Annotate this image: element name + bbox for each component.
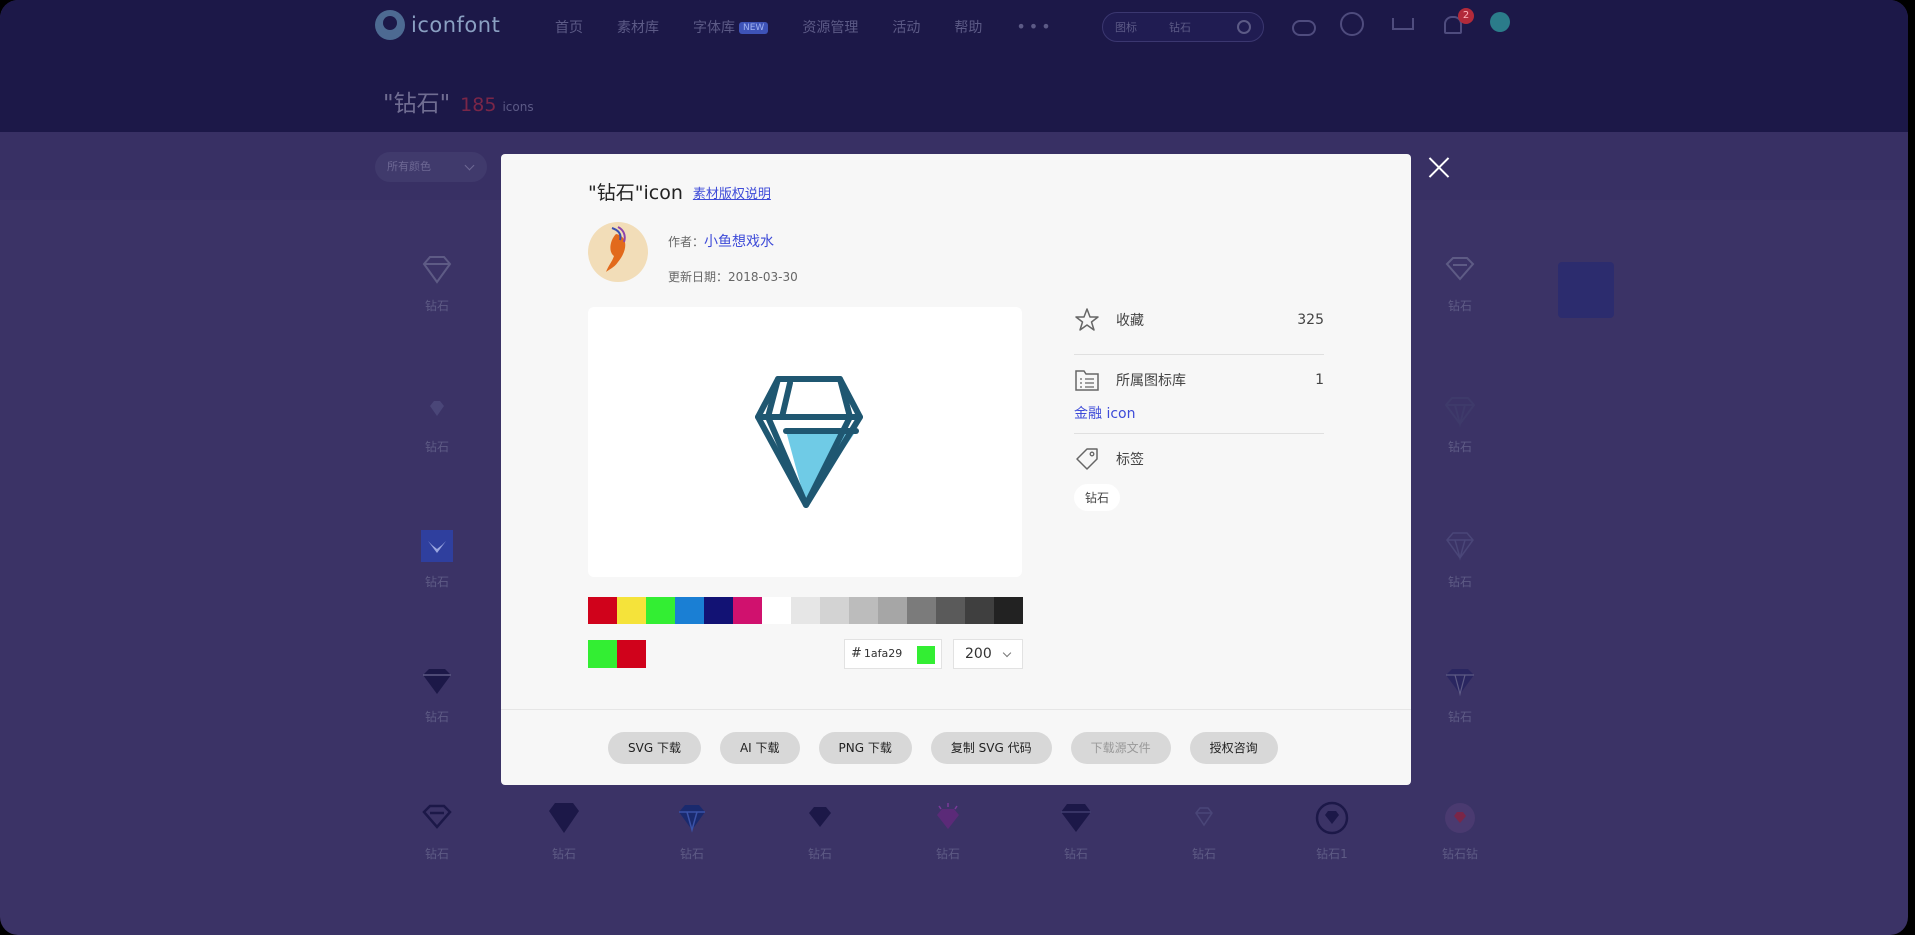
hash-symbol: # (851, 646, 862, 661)
modal-title-text: "钻石"icon (588, 182, 683, 204)
color-swatch[interactable] (965, 597, 994, 624)
tag-pill[interactable]: 钻石 (1074, 484, 1121, 511)
color-swatch[interactable] (791, 597, 820, 624)
selected-colors (588, 640, 646, 668)
color-swatch[interactable] (849, 597, 878, 624)
current-color-chip[interactable] (917, 646, 935, 664)
author-name-link[interactable]: 小鱼想戏水 (704, 234, 774, 250)
fish-icon (606, 226, 626, 272)
color-swatch[interactable] (588, 597, 617, 624)
color-swatch[interactable] (762, 597, 791, 624)
download-source-button[interactable]: 下载源文件 (1070, 732, 1171, 764)
color-swatch[interactable] (936, 597, 965, 624)
selected-color-swatch[interactable] (588, 640, 617, 668)
png-download-button[interactable]: PNG 下载 (818, 732, 912, 764)
library-link[interactable]: 金融 icon (1074, 403, 1324, 423)
author-avatar[interactable] (588, 222, 648, 282)
hex-value: 1afa29 (863, 647, 903, 660)
license-inquiry-button[interactable]: 授权咨询 (1189, 732, 1278, 764)
divider (1074, 433, 1324, 434)
color-swatch[interactable] (907, 597, 936, 624)
selected-color-swatch[interactable] (617, 640, 646, 668)
icon-detail-modal: "钻石"icon 素材版权说明 作者：小鱼想戏水 更新日期：2018-03-30 (501, 154, 1411, 785)
size-select[interactable]: 200 (953, 639, 1023, 669)
folder-list-icon (1075, 370, 1099, 391)
collect-count: 325 (1297, 312, 1324, 328)
library-row: 所属图标库 1 (1074, 367, 1324, 393)
tag-icon (1076, 448, 1098, 470)
license-link[interactable]: 素材版权说明 (693, 187, 771, 202)
color-swatch[interactable] (820, 597, 849, 624)
tags-row: 标签 (1074, 446, 1324, 472)
divider (1074, 354, 1324, 355)
collect-row[interactable]: 收藏 325 (1074, 307, 1324, 333)
hex-color-input[interactable]: #1afa29 (844, 639, 942, 669)
tags-label: 标签 (1116, 452, 1144, 468)
library-count: 1 (1315, 372, 1324, 388)
color-swatch[interactable] (646, 597, 675, 624)
color-swatch[interactable] (994, 597, 1023, 624)
ai-download-button[interactable]: AI 下载 (719, 732, 800, 764)
download-buttons: SVG 下载 AI 下载 PNG 下载 复制 SVG 代码 下载源文件 授权咨询 (608, 732, 1278, 764)
author-line: 作者：小鱼想戏水 (668, 231, 774, 251)
color-swatch[interactable] (733, 597, 762, 624)
library-label: 所属图标库 (1116, 373, 1186, 389)
diamond-preview-icon (755, 376, 863, 508)
copy-svg-code-button[interactable]: 复制 SVG 代码 (930, 732, 1052, 764)
update-date-label: 更新日期： (668, 270, 729, 284)
update-date-value: 2018-03-30 (728, 270, 798, 284)
close-icon[interactable] (1428, 156, 1450, 178)
color-palette (588, 597, 1023, 624)
author-label: 作者： (668, 235, 705, 249)
modal-title: "钻石"icon 素材版权说明 (588, 178, 771, 205)
update-date-line: 更新日期：2018-03-30 (668, 268, 798, 285)
footer-divider (501, 709, 1411, 710)
color-swatch[interactable] (704, 597, 733, 624)
screen: iconfont 首页 素材库 字体库 NEW 资源管理 活动 帮助 ••• 图标… (0, 0, 1908, 935)
color-swatch[interactable] (675, 597, 704, 624)
side-info: 收藏 325 所属图标库 1 金融 icon 标签 钻石 (1074, 307, 1324, 511)
svg-download-button[interactable]: SVG 下载 (608, 732, 701, 764)
color-swatch[interactable] (878, 597, 907, 624)
icon-preview (588, 307, 1022, 577)
star-icon[interactable] (1074, 307, 1100, 333)
collect-label: 收藏 (1116, 313, 1144, 329)
color-swatch[interactable] (617, 597, 646, 624)
